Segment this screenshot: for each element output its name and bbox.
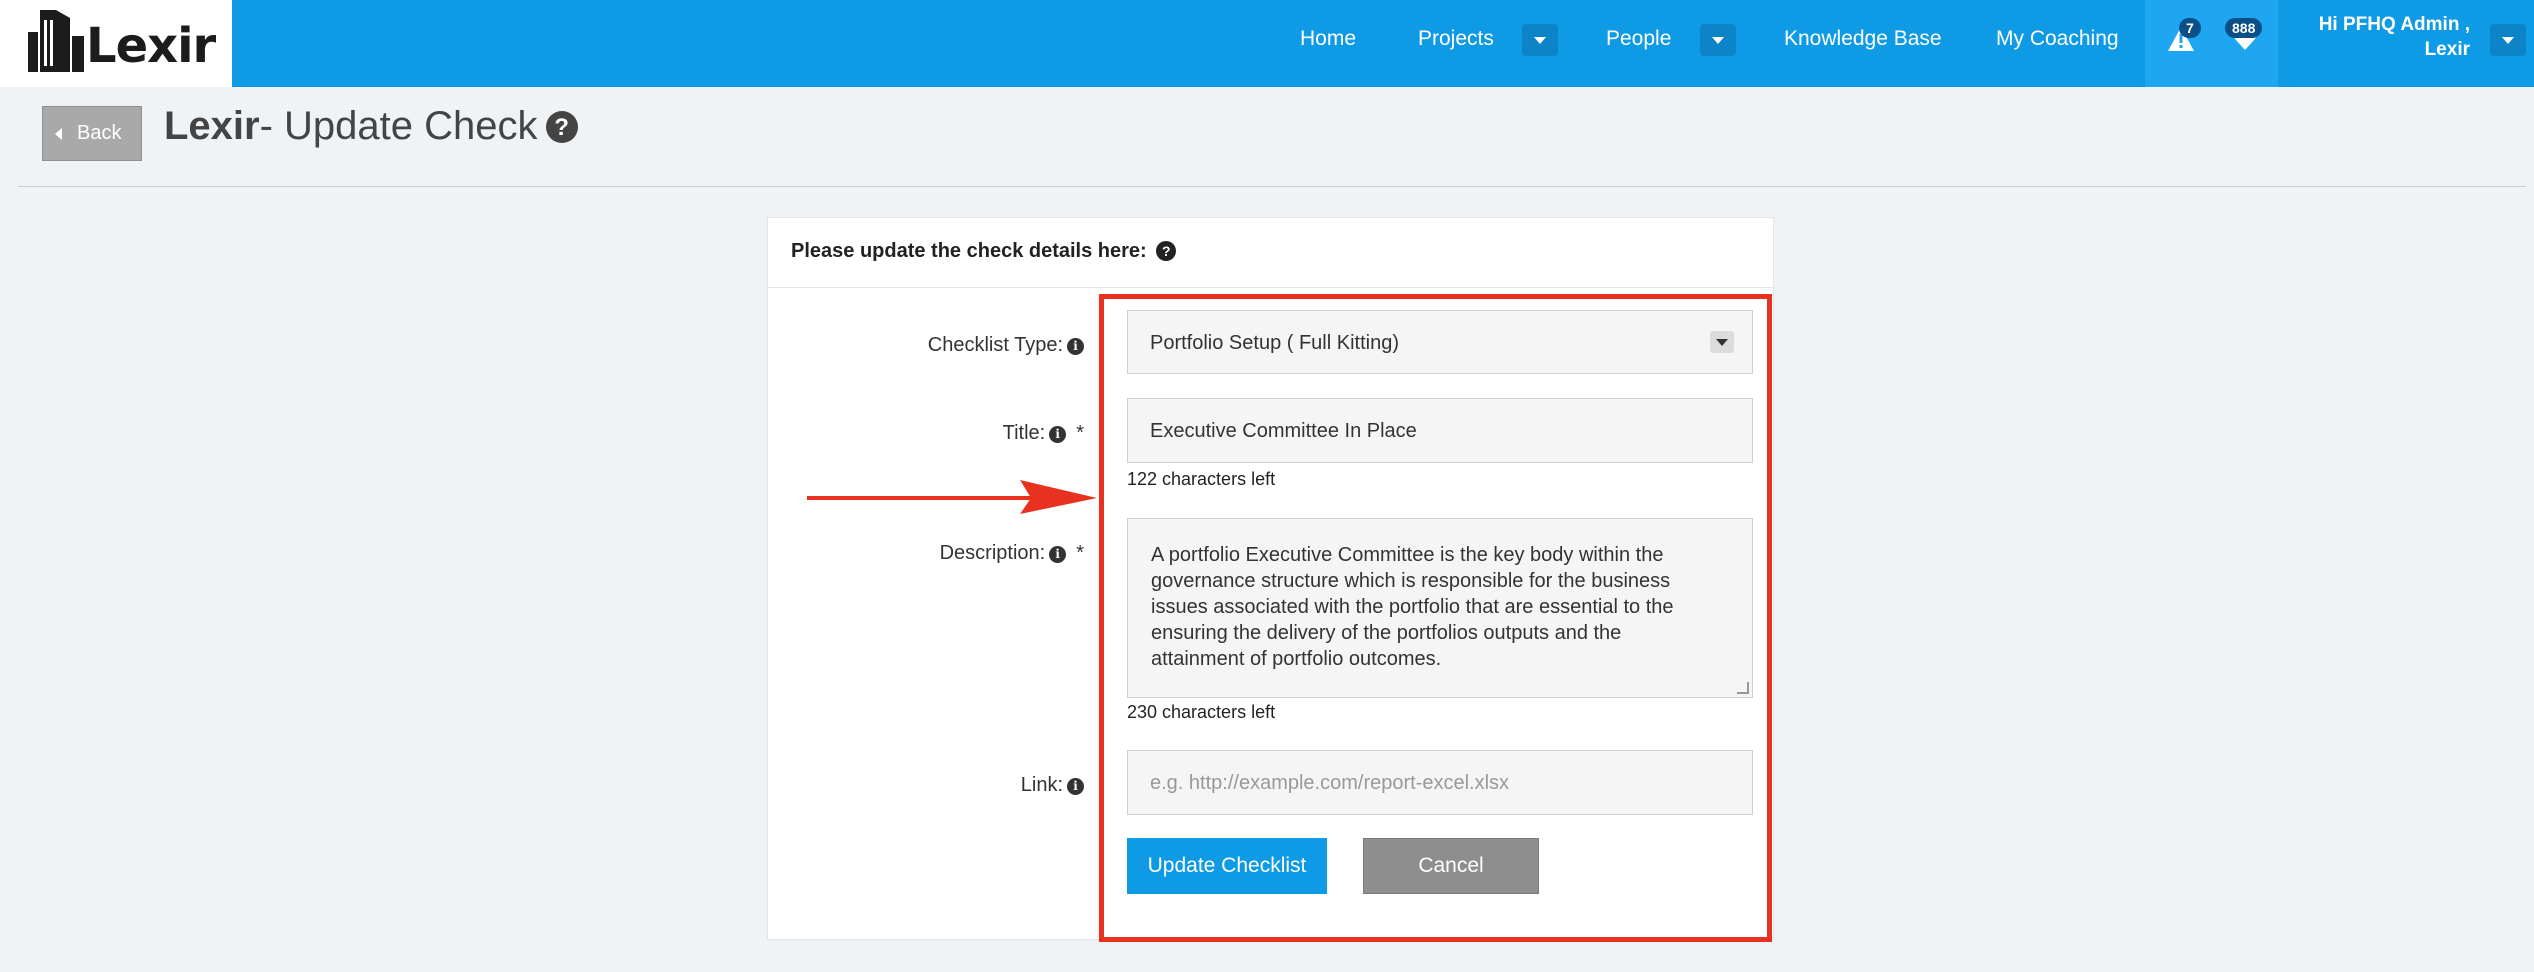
required-marker: * — [1076, 542, 1084, 564]
checklist-type-label-text: Checklist Type: — [927, 334, 1063, 356]
nav-my-coaching[interactable]: My Coaching — [1996, 27, 2119, 51]
description-chars-left: 230 characters left — [1127, 702, 1276, 722]
title-label: Title: i * — [1003, 422, 1084, 445]
nav-people[interactable]: People — [1606, 27, 1671, 51]
title-label-text: Title: — [1002, 422, 1046, 444]
annotation-arrow-icon — [807, 480, 1097, 514]
info-icon[interactable]: i — [1049, 426, 1067, 443]
link-placeholder: e.g. http://example.com/report-excel.xls… — [1150, 772, 1510, 794]
checklist-type-select[interactable]: Portfolio Setup ( Full Kitting) — [1127, 310, 1753, 374]
info-icon[interactable]: i — [1067, 338, 1084, 355]
header-divider — [18, 186, 2526, 187]
link-label-text: Link: — [1020, 774, 1063, 796]
back-button-label: Back — [77, 122, 122, 144]
user-greeting-line2: Lexir — [2424, 39, 2470, 60]
required-marker: * — [1076, 422, 1084, 444]
projects-dropdown-toggle[interactable] — [1522, 24, 1558, 56]
link-input[interactable]: e.g. http://example.com/report-excel.xls… — [1127, 750, 1753, 815]
alerts-count-badge: 7 — [2179, 18, 2201, 38]
checklist-type-value: Portfolio Setup ( Full Kitting) — [1150, 332, 1399, 354]
description-textarea[interactable]: A portfolio Executive Committee is the k… — [1127, 518, 1753, 698]
user-greeting-line1: Hi PFHQ Admin , — [2318, 14, 2470, 35]
resize-handle-icon[interactable] — [1737, 682, 1749, 694]
description-line: issues associated with the portfolio tha… — [1151, 596, 1674, 618]
user-menu-toggle[interactable] — [2490, 24, 2526, 56]
chevron-down-icon — [1710, 331, 1734, 353]
description-line: attainment of portfolio outcomes. — [1151, 648, 1442, 670]
page-title: Lexir- Update Check? — [164, 104, 578, 149]
people-dropdown-toggle[interactable] — [1700, 24, 1736, 56]
cancel-button[interactable]: Cancel — [1363, 838, 1539, 894]
caret-left-icon — [55, 128, 62, 140]
link-label: Link: i — [1021, 774, 1084, 797]
info-icon[interactable]: i — [1049, 546, 1067, 563]
nav-knowledge-base[interactable]: Knowledge Base — [1784, 27, 1942, 51]
question-circle-icon[interactable]: ? — [545, 111, 578, 143]
description-line: ensuring the delivery of the portfolios … — [1151, 622, 1622, 644]
card-title-text: Please update the check details here: — [791, 240, 1147, 262]
top-navbar: Lexir Home Projects People Knowledge Bas… — [0, 0, 2534, 87]
page-title-text: - Update Check — [259, 104, 538, 148]
nav-projects[interactable]: Projects — [1418, 27, 1494, 51]
description-label-text: Description: — [939, 542, 1046, 564]
brand-name: Lexir — [86, 18, 216, 74]
messages-count-badge: 888 — [2225, 18, 2263, 38]
description-line: governance structure which is responsibl… — [1151, 570, 1671, 592]
description-line: A portfolio Executive Committee is the k… — [1151, 544, 1664, 566]
checklist-type-label: Checklist Type: i — [928, 334, 1084, 357]
question-circle-icon[interactable]: ? — [1156, 241, 1177, 261]
info-icon[interactable]: i — [1067, 778, 1084, 795]
title-chars-left: 122 characters left — [1127, 469, 1276, 489]
logo[interactable]: Lexir — [0, 0, 232, 87]
nav-home[interactable]: Home — [1300, 27, 1356, 51]
back-button[interactable]: Back — [42, 106, 142, 161]
update-checklist-button[interactable]: Update Checklist — [1127, 838, 1327, 894]
card-header: Please update the check details here: ? — [768, 218, 1773, 288]
title-input[interactable]: Executive Committee In Place — [1127, 398, 1753, 463]
description-label: Description: i * — [940, 542, 1084, 565]
notification-area: 7 888 — [2145, 0, 2278, 87]
description-value: A portfolio Executive Committee is the k… — [1151, 542, 1731, 672]
title-value: Executive Committee In Place — [1150, 420, 1417, 442]
page-title-brand: Lexir — [164, 104, 260, 148]
card-title: Please update the check details here: ? — [791, 240, 1177, 263]
update-check-card: Please update the check details here: ? … — [767, 217, 1774, 940]
user-greeting[interactable]: Hi PFHQ Admin , Lexir — [2319, 12, 2470, 62]
